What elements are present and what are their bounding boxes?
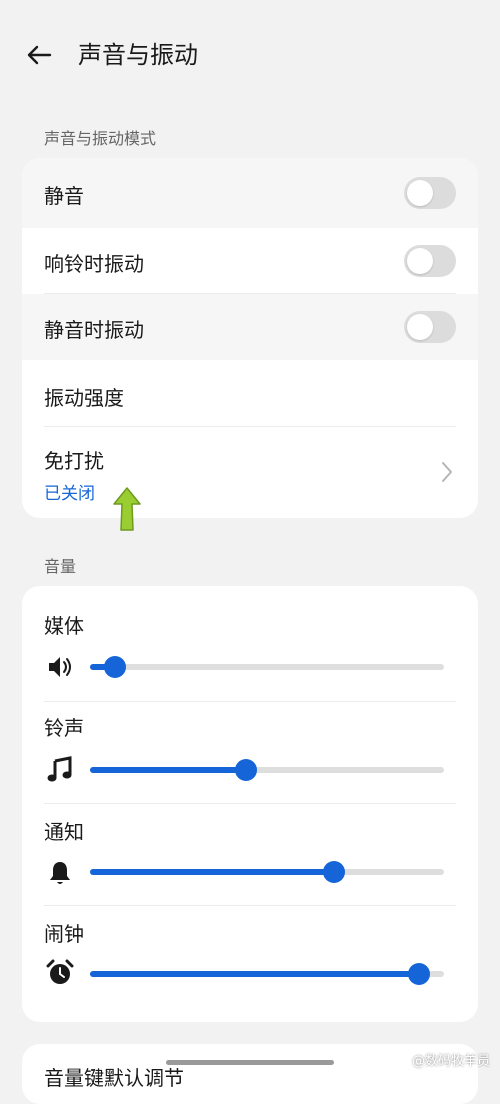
silent-label: 静音: [44, 184, 84, 208]
page-title: 声音与振动: [78, 41, 198, 69]
ringtone-label: 铃声: [44, 716, 84, 740]
ring-vibrate-label: 响铃时振动: [44, 252, 144, 276]
volume-key-card[interactable]: 音量键默认调节: [22, 1044, 478, 1104]
dnd-row[interactable]: 免打扰 已关闭: [22, 427, 478, 518]
dnd-label: 免打扰: [44, 449, 104, 473]
slider-thumb[interactable]: [103, 656, 126, 678]
vibration-strength-label: 振动强度: [44, 386, 124, 410]
notification-label: 通知: [44, 820, 84, 844]
slider-fill: [90, 767, 246, 773]
ringtone-slider[interactable]: [90, 759, 444, 781]
slider-fill: [90, 971, 420, 977]
bell-icon: [50, 862, 70, 884]
section-label-mode: 声音与振动模式: [44, 129, 157, 148]
silent-vibrate-row[interactable]: 静音时振动: [22, 294, 478, 360]
toggle-knob: [407, 180, 433, 206]
media-label: 媒体: [44, 614, 84, 638]
top-bar: 声音与振动: [0, 0, 500, 110]
vibration-strength-row[interactable]: 振动强度: [22, 360, 478, 426]
slider-fill: [90, 869, 335, 875]
media-slider[interactable]: [90, 656, 444, 678]
silent-row[interactable]: 静音: [22, 158, 478, 228]
slider-thumb[interactable]: [234, 759, 257, 781]
silent-toggle[interactable]: [404, 177, 456, 209]
music-note-icon: [47, 756, 72, 782]
volume-card: 媒体 铃声 通知 闹钟: [22, 586, 478, 1022]
mode-card: 静音 响铃时振动 静音时振动 振动强度 免打扰 已关闭: [22, 158, 478, 518]
ring-vibrate-toggle[interactable]: [404, 245, 456, 277]
dnd-status: 已关闭: [44, 484, 95, 504]
silent-vibrate-label: 静音时振动: [44, 318, 144, 342]
toggle-knob: [407, 248, 433, 274]
chevron-right-icon: [442, 462, 452, 482]
notification-slider[interactable]: [90, 861, 444, 883]
alarm-clock-icon: [46, 959, 74, 984]
media-volume-row: 媒体: [22, 586, 478, 688]
section-label-volume: 音量: [44, 557, 77, 576]
home-indicator[interactable]: [166, 1060, 334, 1065]
ring-vibrate-row[interactable]: 响铃时振动: [22, 228, 478, 294]
ringtone-volume-row: 铃声: [22, 702, 478, 804]
notification-volume-row: 通知: [22, 804, 478, 906]
slider-thumb[interactable]: [323, 861, 346, 883]
slider-thumb[interactable]: [408, 963, 431, 985]
alarm-slider[interactable]: [90, 963, 444, 985]
annotation-arrow-icon: [113, 487, 141, 531]
alarm-volume-row: 闹钟: [22, 906, 478, 1022]
alarm-label: 闹钟: [44, 922, 84, 946]
watermark: @数码牧羊员: [411, 1054, 490, 1069]
toggle-knob: [407, 314, 433, 340]
back-arrow-icon[interactable]: [22, 38, 56, 72]
silent-vibrate-toggle[interactable]: [404, 311, 456, 343]
volume-key-label: 音量键默认调节: [44, 1066, 184, 1090]
speaker-icon: [49, 657, 71, 677]
